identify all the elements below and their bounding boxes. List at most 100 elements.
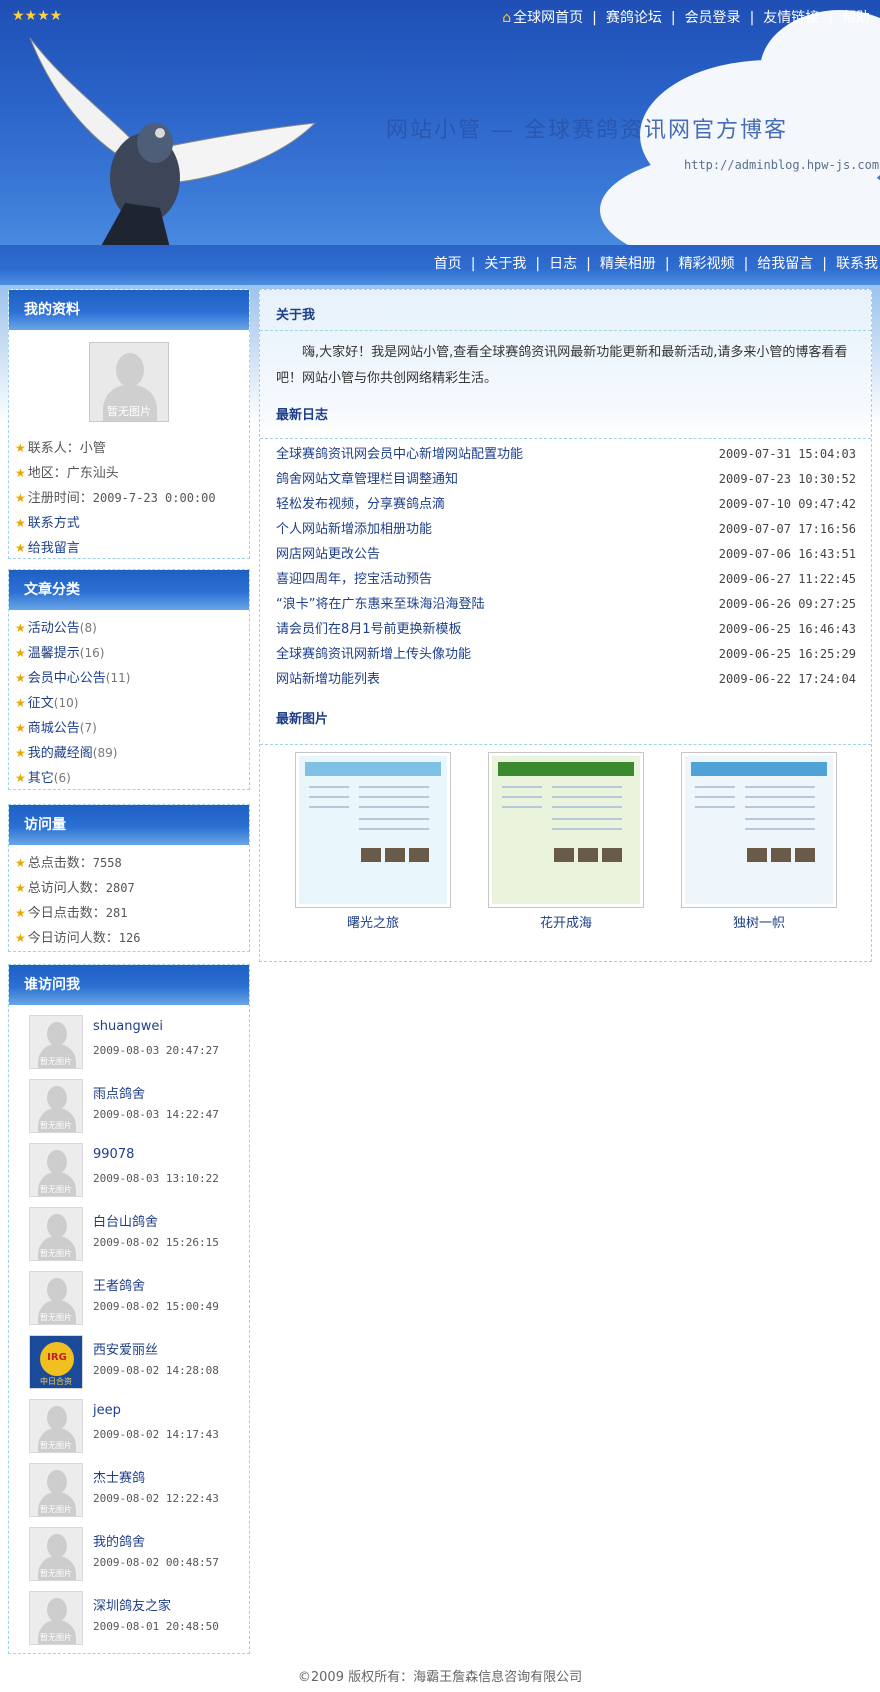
visitor-avatar[interactable]: 暂无图片 — [29, 1143, 83, 1197]
top-nav-item-help[interactable]: 帮助 — [842, 10, 870, 26]
post-date: 2009-07-31 15:04:03 — [718, 447, 856, 461]
list-item[interactable]: ★ 给我留言 — [15, 536, 249, 561]
visitor-avatar[interactable]: 暂无图片 — [29, 1591, 83, 1645]
visitor-name[interactable]: jeep — [93, 1403, 121, 1418]
latest-pics-title: 最新图片 — [276, 712, 329, 727]
pic-thumbnail[interactable] — [681, 752, 837, 908]
post-row: 个人网站新增添加相册功能 2009-07-07 17:16:56 — [276, 517, 856, 542]
main-nav-item-video[interactable]: 精彩视频 — [679, 256, 735, 272]
main-nav-item-guestbook[interactable]: 给我留言 — [757, 256, 813, 272]
post-title-link[interactable]: 全球赛鸽资讯网会员中心新增网站配置功能 — [276, 447, 523, 462]
visitor-time: 2009-08-01 20:48:50 — [93, 1620, 219, 1633]
avatar-caption: 暂无图片 — [40, 1057, 72, 1066]
post-title-link[interactable]: 喜迎四周年，挖宝活动预告 — [276, 572, 432, 587]
top-nav-item-links[interactable]: 友情链接 — [763, 10, 819, 26]
pic-caption[interactable]: 花开成海 — [488, 912, 644, 931]
visits-box-title: 访问量 — [9, 805, 249, 845]
top-nav-item-login[interactable]: 会员登录 — [685, 10, 741, 26]
pic-item[interactable]: 花开成海 — [488, 752, 644, 931]
visitor-avatar[interactable]: 暂无图片 — [29, 1527, 83, 1581]
category-item[interactable]: ★ 其它(6) — [15, 766, 249, 791]
register-label: 注册时间： — [27, 491, 93, 506]
category-name[interactable]: 征文 — [28, 696, 54, 711]
category-item[interactable]: ★ 活动公告(8) — [15, 616, 249, 641]
main-nav: 首页 | 关于我 | 日志 | 精美相册 | 精彩视频 | 给我留言 | 联系我 — [434, 253, 878, 273]
profile-box: 我的资料 暂无图片 ★ 联系人：小管 ★ 地区：广东汕头 ★ 注册时间：2009-7-… — [8, 289, 250, 559]
post-title-link[interactable]: 网店网站更改公告 — [276, 547, 380, 562]
main-nav-item-album[interactable]: 精美相册 — [600, 256, 656, 272]
visitor-name[interactable]: 白台山鸽舍 — [93, 1211, 158, 1230]
category-name[interactable]: 会员中心公告 — [28, 671, 106, 686]
visitor-name[interactable]: 杰士赛鸽 — [93, 1467, 145, 1486]
category-item[interactable]: ★ 我的藏经阁(89) — [15, 741, 249, 766]
visitor-avatar[interactable]: 暂无图片 — [29, 1015, 83, 1069]
visitor-logo-avatar[interactable]: IRG 中日合资 — [29, 1335, 83, 1389]
category-item[interactable]: ★ 温馨提示(16) — [15, 641, 249, 666]
visitor-time: 2009-08-02 14:17:43 — [93, 1428, 219, 1441]
category-name[interactable]: 其它 — [28, 771, 54, 786]
visitor-avatar[interactable]: 暂无图片 — [29, 1079, 83, 1133]
visitor-row: 暂无图片 雨点鸽舍 2009-08-03 14:22:47 — [29, 1073, 249, 1137]
visitor-name[interactable]: 99078 — [93, 1147, 134, 1162]
top-nav-item-home[interactable]: 全球网首页 — [513, 10, 583, 26]
nav-separator: | — [828, 10, 833, 26]
post-title-link[interactable]: 网站新增功能列表 — [276, 672, 380, 687]
pic-item[interactable]: 曙光之旅 — [295, 752, 451, 931]
visitor-name[interactable]: 深圳鸽友之家 — [93, 1595, 171, 1614]
star-icon: ★ — [15, 516, 26, 530]
visitor-avatar[interactable]: 暂无图片 — [29, 1463, 83, 1517]
avatar-caption: 暂无图片 — [40, 1121, 72, 1130]
visitor-name[interactable]: 我的鸽舍 — [93, 1531, 145, 1550]
star-icon: ★ — [15, 696, 26, 710]
visitor-avatar[interactable]: 暂无图片 — [29, 1399, 83, 1453]
visitor-name[interactable]: shuangwei — [93, 1019, 163, 1034]
pic-caption[interactable]: 独树一帜 — [681, 912, 837, 931]
category-name[interactable]: 活动公告 — [28, 621, 80, 636]
category-item[interactable]: ★ 会员中心公告(11) — [15, 666, 249, 691]
pic-thumbnail[interactable] — [295, 752, 451, 908]
category-count: (16) — [79, 646, 105, 660]
post-title-link[interactable]: 个人网站新增添加相册功能 — [276, 522, 432, 537]
pic-item[interactable]: 独树一帜 — [681, 752, 837, 931]
visitor-avatar[interactable]: 暂无图片 — [29, 1271, 83, 1325]
visitor-avatar[interactable]: 暂无图片 — [29, 1207, 83, 1261]
category-name[interactable]: 商城公告 — [28, 721, 80, 736]
latest-posts-title: 最新日志 — [276, 408, 329, 423]
top-nav-item-forum[interactable]: 赛鸽论坛 — [606, 10, 662, 26]
category-item[interactable]: ★ 商城公告(7) — [15, 716, 249, 741]
about-intro: 嗨,大家好！我是网站小管,查看全球赛鸽资讯网最新功能更新和最新活动,请多来小管的… — [276, 345, 848, 386]
visitor-name[interactable]: 雨点鸽舍 — [93, 1083, 145, 1102]
category-item[interactable]: ★ 征文(10) — [15, 691, 249, 716]
post-title-link[interactable]: 请会员们在8月1号前更换新模板 — [276, 622, 462, 637]
list-item[interactable]: ★ 联系方式 — [15, 511, 249, 536]
categories-box: 文章分类 ★ 活动公告(8) ★ 温馨提示(16) ★ 会员中心公告(11) ★ 征文(… — [8, 569, 250, 790]
main-nav-item-home[interactable]: 首页 — [434, 256, 462, 272]
pic-caption[interactable]: 曙光之旅 — [295, 912, 451, 931]
category-name[interactable]: 我的藏经阁 — [28, 746, 93, 761]
contact-info-link[interactable]: 联系方式 — [28, 516, 80, 531]
main-nav-item-blog[interactable]: 日志 — [549, 256, 577, 272]
visitor-row: IRG 中日合资 西安爱丽丝 2009-08-02 14:28:08 — [29, 1329, 249, 1393]
leave-message-link[interactable]: 给我留言 — [28, 541, 80, 556]
nav-separator: | — [664, 256, 670, 272]
visitor-name[interactable]: 西安爱丽丝 — [93, 1339, 158, 1358]
post-title-link[interactable]: 全球赛鸽资讯网新增上传头像功能 — [276, 647, 471, 662]
visitor-row: 暂无图片 jeep 2009-08-02 14:17:43 — [29, 1393, 249, 1457]
template-preview — [299, 756, 447, 904]
pic-thumbnail[interactable] — [488, 752, 644, 908]
avatar-caption: 暂无图片 — [40, 1441, 72, 1450]
post-title-link[interactable]: “浪卡”将在广东惠来至珠海沿海登陆 — [276, 597, 484, 612]
nav-separator: | — [592, 10, 597, 26]
main-nav-item-about[interactable]: 关于我 — [484, 256, 526, 272]
post-title-link[interactable]: 轻松发布视频，分享赛鸽点滴 — [276, 497, 445, 512]
site-title: 网站小管 — 全球赛鸽资讯网官方博客 — [386, 118, 788, 143]
header-banner: ★★★★ ⌂ 全球网首页 | 赛鸽论坛 | 会员登录 | 友情链接 | 帮助 网站小管 — 全球赛… — [0, 0, 880, 250]
star-icon: ★ — [15, 646, 26, 660]
post-title-link[interactable]: 鸽舍网站文章管理栏目调整通知 — [276, 472, 458, 487]
nav-separator: | — [670, 10, 676, 26]
main-nav-item-contact[interactable]: 联系我 — [836, 256, 878, 272]
category-name[interactable]: 温馨提示 — [28, 646, 80, 661]
visitor-row: 暂无图片 shuangwei 2009-08-03 20:47:27 — [29, 1009, 249, 1073]
visitor-name[interactable]: 王者鸽舍 — [93, 1275, 145, 1294]
nav-separator: | — [749, 10, 755, 26]
